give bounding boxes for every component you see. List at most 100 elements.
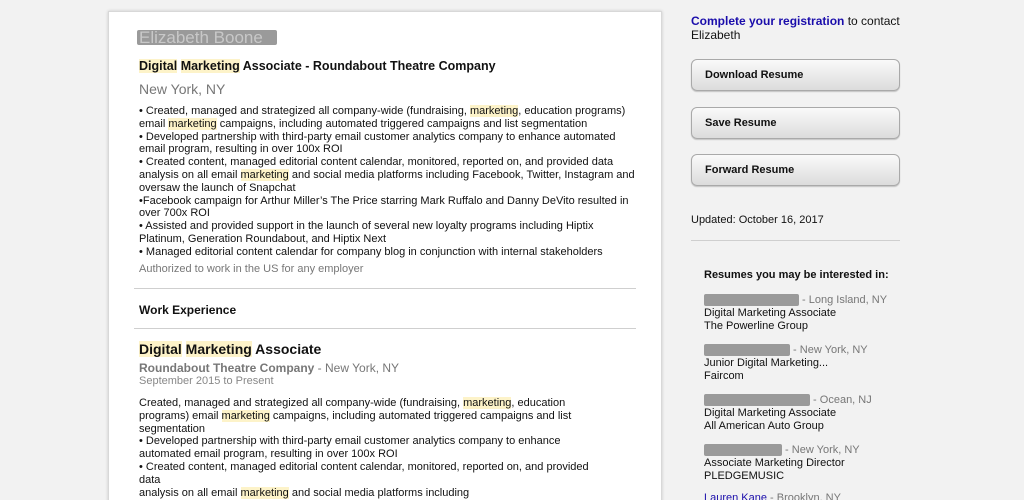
redacted-name xyxy=(704,344,790,357)
summary-line: • Created content, managed editorial con… xyxy=(139,156,639,169)
text-segment: oversaw the launch of Snapchat xyxy=(139,181,296,194)
recommendation-item-partial[interactable]: Lauren Kane - Brooklyn, NY xyxy=(704,492,841,500)
section-divider xyxy=(134,288,636,289)
recommendation-company: Faircom xyxy=(704,370,744,382)
summary-line: • Assisted and provided support in the l… xyxy=(139,220,639,233)
recommendation-location: - Brooklyn, NY xyxy=(767,492,841,500)
section-divider xyxy=(134,328,636,329)
job-description-line: Created, managed and strategized all com… xyxy=(139,397,609,410)
summary-line: over 700x ROI xyxy=(139,207,639,220)
text-segment: • Developed partnership with third-party… xyxy=(139,435,561,448)
text-segment: analysis on all email xyxy=(139,486,241,499)
summary-line: • Developed partnership with third-party… xyxy=(139,131,639,144)
resume-headline: Digital Marketing Associate - Roundabout… xyxy=(139,59,496,73)
candidate-location: New York, NY xyxy=(139,81,226,97)
headline-highlight-digital: Digital xyxy=(139,59,178,73)
candidate-name: Elizabeth Boone xyxy=(139,28,263,47)
text-segment: • Developed partnership with third-party… xyxy=(139,130,616,143)
summary-line: oversaw the launch of Snapchat xyxy=(139,182,639,195)
forward-resume-button[interactable]: Forward Resume xyxy=(691,154,900,186)
text-segment: • Assisted and provided support in the l… xyxy=(139,220,594,233)
keyword-highlight: marketing xyxy=(240,486,289,499)
text-segment: Platinum, Generation Roundabout, and Hip… xyxy=(139,232,387,245)
text-segment: email xyxy=(139,117,169,130)
summary-line: email program, resulting in over 100x RO… xyxy=(139,143,639,156)
recommendation-location: - New York, NY xyxy=(782,444,860,456)
recommendation-item[interactable]: - New York, NY Junior Digital Marketing.… xyxy=(704,344,904,383)
text-segment: , education programs) xyxy=(518,105,626,117)
text-segment: Created, managed and strategized all com… xyxy=(139,397,464,409)
updated-date: Updated: October 16, 2017 xyxy=(691,214,824,226)
redacted-candidate-name: Elizabeth Boone xyxy=(137,28,277,47)
recommendation-item[interactable]: - Ocean, NJ Digital Marketing Associate … xyxy=(704,394,904,433)
redacted-name xyxy=(704,444,782,457)
keyword-highlight: marketing xyxy=(469,105,519,117)
job-dates: September 2015 to Present xyxy=(139,375,274,387)
download-resume-button[interactable]: Download Resume xyxy=(691,59,900,91)
redacted-name xyxy=(704,394,810,407)
job-company-line: Roundabout Theatre Company - New York, N… xyxy=(139,361,399,375)
summary-line: • Managed editorial content calendar for… xyxy=(139,246,639,259)
summary-line: Platinum, Generation Roundabout, and Hip… xyxy=(139,233,639,246)
keyword-highlight: marketing xyxy=(168,117,217,130)
recommendation-title[interactable]: Associate Marketing Director xyxy=(704,457,904,470)
recommendation-name-link[interactable]: Lauren Kane xyxy=(704,492,767,500)
recommendation-item[interactable]: - Long Island, NY Digital Marketing Asso… xyxy=(704,294,904,333)
keyword-highlight: marketing xyxy=(240,168,289,181)
text-segment: and social media platforms including Fac… xyxy=(288,168,635,181)
job-description: Created, managed and strategized all com… xyxy=(139,397,609,500)
text-segment: automated email program, resulting in ov… xyxy=(139,448,398,461)
registration-prompt: Complete your registration to contact El… xyxy=(691,14,911,42)
text-segment: • Created, managed and strategized all c… xyxy=(139,105,470,117)
text-segment: analysis on all email xyxy=(139,168,241,181)
text-segment: • Created content, managed editorial con… xyxy=(139,460,589,486)
sidebar: Complete your registration to contact El… xyxy=(691,0,911,500)
recommendation-location: - Long Island, NY xyxy=(799,294,888,306)
headline-rest: Associate - Roundabout Theatre Company xyxy=(239,59,496,73)
headline-highlight-marketing: Marketing xyxy=(180,59,240,73)
summary-line: email marketing campaigns, including aut… xyxy=(139,117,639,131)
recommendation-location: - Ocean, NJ xyxy=(810,394,872,406)
section-title-work-experience: Work Experience xyxy=(139,303,237,317)
job-description-line: automated email program, resulting in ov… xyxy=(139,448,609,461)
complete-registration-link[interactable]: Complete your registration xyxy=(691,14,844,28)
text-segment: and social media platforms including xyxy=(288,486,470,499)
job-description-line: • Developed partnership with third-party… xyxy=(139,435,609,448)
job-company: Roundabout Theatre Company xyxy=(139,361,315,375)
text-segment: , education xyxy=(511,397,566,409)
recommendation-title[interactable]: Junior Digital Marketing... xyxy=(704,357,904,370)
sidebar-divider xyxy=(691,240,900,241)
recommendations-heading: Resumes you may be interested in: xyxy=(704,269,889,281)
recommendation-company: The Powerline Group xyxy=(704,320,808,332)
job-title-rest: Associate xyxy=(251,341,322,357)
recommendation-title[interactable]: Digital Marketing Associate xyxy=(704,407,904,420)
summary-line: • Created, managed and strategized all c… xyxy=(139,105,639,118)
text-segment: programs) email xyxy=(139,409,222,422)
text-segment: over 700x ROI xyxy=(139,207,210,220)
job-title-highlight-digital: Digital xyxy=(139,341,182,357)
text-segment: • Created content, managed editorial con… xyxy=(139,156,614,169)
save-resume-button[interactable]: Save Resume xyxy=(691,107,900,139)
recommendation-location: - New York, NY xyxy=(790,344,868,356)
recommendation-company: All American Auto Group xyxy=(704,420,824,432)
text-segment: • Managed editorial content calendar for… xyxy=(139,245,603,258)
recommendation-company: PLEDGEMUSIC xyxy=(704,470,785,482)
recommendation-item[interactable]: - New York, NY Associate Marketing Direc… xyxy=(704,444,904,483)
summary-line: analysis on all email marketing and soci… xyxy=(139,168,639,182)
job-title-highlight-marketing: Marketing xyxy=(185,341,252,357)
text-segment: campaigns, including automated triggered… xyxy=(269,409,572,422)
keyword-highlight: marketing xyxy=(221,409,270,422)
text-segment: segmentation xyxy=(139,422,206,435)
job-description-line: • Created content, managed editorial con… xyxy=(139,461,609,487)
redacted-name xyxy=(704,294,799,307)
job-description-line: segmentation xyxy=(139,423,609,436)
job-description-line: analysis on all email marketing and soci… xyxy=(139,486,609,500)
resume-card: Elizabeth Boone Digital Marketing Associ… xyxy=(108,11,662,500)
job-description-line: programs) email marketing campaigns, inc… xyxy=(139,409,609,423)
summary-line: •Facebook campaign for Arthur Miller’s T… xyxy=(139,195,639,208)
text-segment: campaigns, including automated triggered… xyxy=(216,117,588,130)
job-company-location: - New York, NY xyxy=(314,361,400,375)
text-segment: •Facebook campaign for Arthur Miller’s T… xyxy=(139,194,629,207)
resume-summary: • Created, managed and strategized all c… xyxy=(139,105,639,259)
recommendation-title[interactable]: Digital Marketing Associate xyxy=(704,307,904,320)
